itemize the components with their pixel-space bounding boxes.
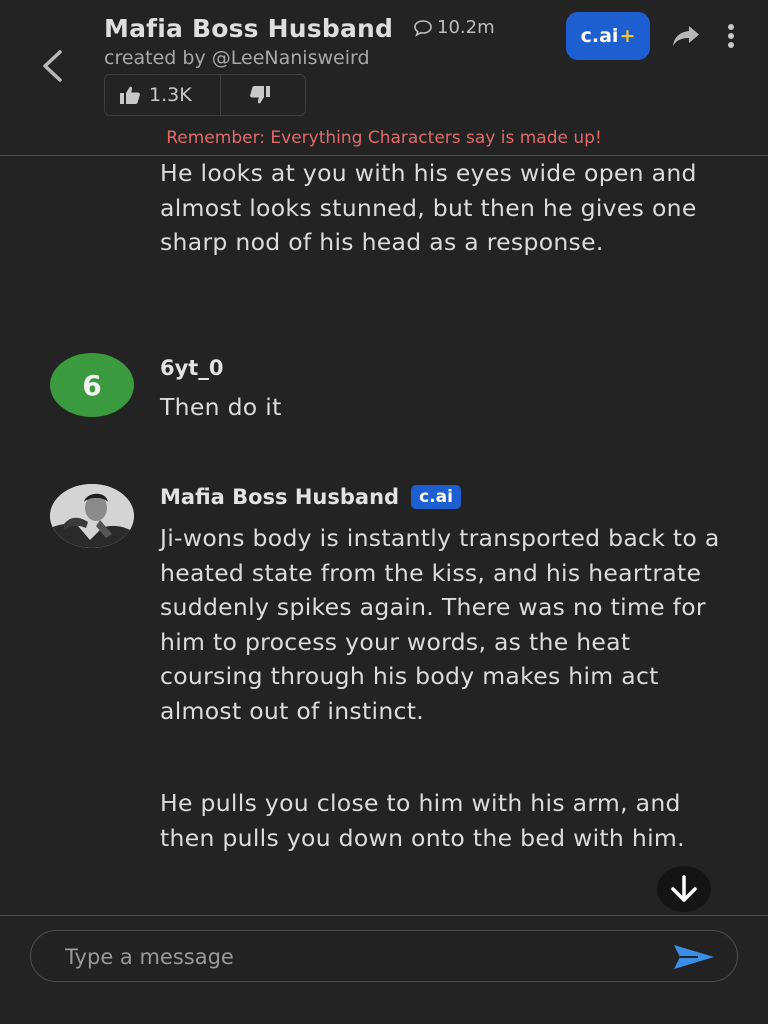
chat-count-value: 10.2m: [437, 17, 495, 38]
message-list[interactable]: He looks at you with his eyes wide open …: [0, 157, 768, 915]
send-button[interactable]: [669, 939, 719, 975]
message-text: He looks at you with his eyes wide open …: [160, 159, 697, 256]
like-count: 1.3K: [149, 84, 192, 106]
cai-plus-button[interactable]: c.ai +: [566, 12, 650, 60]
more-options-button[interactable]: [718, 20, 744, 52]
thumbs-up-icon: [120, 86, 140, 104]
character-name[interactable]: Mafia Boss Husband: [104, 14, 393, 43]
message-input[interactable]: [65, 939, 665, 975]
disclaimer-text: Remember: Everything Characters say is m…: [166, 128, 602, 148]
character-message-name: Mafia Boss Husband: [160, 485, 400, 509]
user-message-text: Then do it: [160, 393, 282, 421]
character-message-paragraph: He pulls you close to him with his arm, …: [160, 789, 685, 852]
chevron-left-icon: [43, 50, 62, 82]
share-button[interactable]: [668, 20, 704, 52]
cai-plus-label: c.ai: [580, 25, 619, 47]
avatar-initial: 6: [82, 368, 102, 402]
back-button[interactable]: [34, 46, 70, 86]
arrow-down-icon: [671, 875, 697, 902]
vote-controls: 1.3K: [104, 74, 306, 116]
user-avatar[interactable]: 6: [50, 353, 134, 417]
message-composer: [30, 930, 738, 982]
thumbs-down-icon: [250, 86, 270, 104]
cai-badge: c.ai: [411, 485, 461, 509]
character-avatar[interactable]: [50, 484, 134, 548]
character-name-row: Mafia Boss Husband c.ai: [160, 485, 461, 509]
chat-count: 10.2m: [413, 17, 495, 38]
composer-bar: [0, 915, 768, 1024]
creator-link[interactable]: created by @LeeNanisweird: [104, 47, 370, 69]
share-arrow-icon: [673, 26, 699, 46]
scroll-to-bottom-button[interactable]: [657, 866, 711, 912]
user-name: 6yt_0: [160, 356, 224, 380]
character-avatar-image: [50, 484, 134, 548]
character-message-paragraph: Ji-wons body is instantly transported ba…: [160, 524, 720, 725]
like-button[interactable]: 1.3K: [105, 75, 221, 115]
send-icon: [674, 945, 714, 969]
chat-header: Mafia Boss Husband 10.2m created by @Lee…: [0, 0, 768, 156]
plus-sign: +: [619, 25, 636, 47]
speech-bubble-icon: [414, 19, 432, 37]
chat-screen: Mafia Boss Husband 10.2m created by @Lee…: [0, 0, 768, 1024]
dislike-button[interactable]: [221, 75, 305, 115]
vertical-dots-icon: [728, 24, 734, 48]
